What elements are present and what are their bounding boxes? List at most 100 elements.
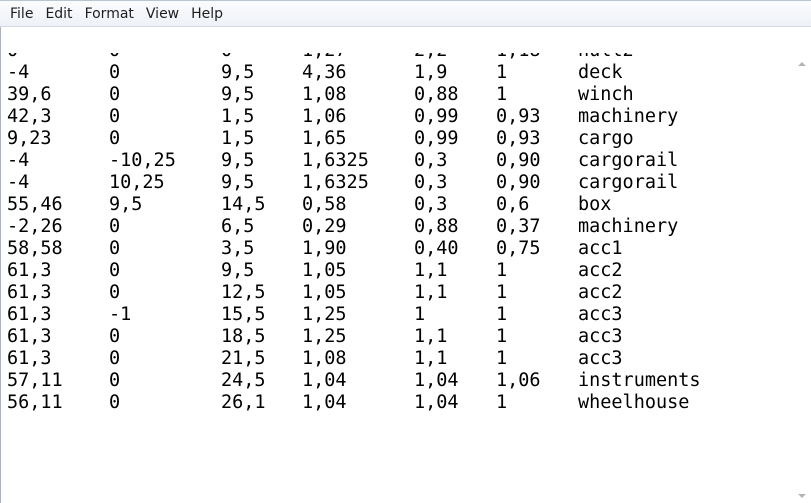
- text-cell: 0: [7, 53, 18, 62]
- notepad-window: File Edit Format View Help 0001,272,21,1…: [0, 0, 811, 503]
- text-editor[interactable]: 0001,272,21,18hull2-409,54,361,91deck39,…: [0, 27, 811, 503]
- text-cell: 3,5: [221, 238, 255, 259]
- text-cell: 1,08: [302, 84, 347, 105]
- text-cell: 14,5: [221, 194, 266, 215]
- text-cell: 1: [496, 326, 508, 347]
- text-cell: 0,3: [414, 150, 448, 171]
- text-cell: 1: [496, 392, 508, 413]
- text-cell: 1,6325: [302, 172, 369, 193]
- text-cell: acc3: [578, 304, 623, 325]
- text-cell: -2,26: [7, 216, 63, 237]
- text-cell: -4: [7, 172, 30, 193]
- text-cell: 0,93: [496, 128, 541, 149]
- text-cell: 61,3: [7, 260, 52, 281]
- text-cell: 1,65: [302, 128, 347, 149]
- text-cell: machinery: [578, 216, 679, 237]
- text-cell: 1: [496, 62, 508, 83]
- text-cell: 1,04: [302, 370, 347, 391]
- text-cell: 1: [496, 282, 508, 303]
- menu-help[interactable]: Help: [185, 3, 229, 25]
- text-cell: 0: [109, 348, 121, 369]
- text-cell: cargorail: [578, 150, 679, 171]
- text-cell: machinery: [578, 106, 679, 127]
- text-cell: deck: [578, 62, 623, 83]
- text-cell: wheelhouse: [578, 392, 690, 413]
- text-cell: 0: [109, 128, 121, 149]
- text-cell: 0: [109, 106, 121, 127]
- text-cell: 9,5: [221, 260, 255, 281]
- text-cell: 58,58: [7, 238, 63, 259]
- text-cell: 1,1: [414, 348, 448, 369]
- text-cell: 9,5: [221, 172, 255, 193]
- text-cell: 1,1: [414, 260, 448, 281]
- text-cell: -4: [7, 150, 30, 171]
- menu-bar: File Edit Format View Help: [0, 0, 811, 27]
- text-cell: 1,04: [414, 370, 459, 391]
- text-cell: 18,5: [221, 326, 266, 347]
- text-cell: 0,90: [496, 172, 541, 193]
- text-cell: 61,3: [7, 304, 52, 325]
- text-cell: 9,23: [7, 128, 52, 149]
- text-cell: 6,5: [221, 216, 255, 237]
- text-cell: 0,3: [414, 194, 448, 215]
- text-cell: 1: [496, 348, 508, 369]
- text-cell: 56,11: [7, 392, 63, 413]
- text-cell: 9,5: [221, 84, 255, 105]
- text-cell: -1: [109, 304, 132, 325]
- text-cell: 0,75: [496, 238, 541, 259]
- text-cell: 0,6: [496, 194, 530, 215]
- text-cell: 57,11: [7, 370, 63, 391]
- text-cell: 1,05: [302, 282, 347, 303]
- text-cell: 26,1: [221, 392, 266, 413]
- text-cell: 1,06: [496, 370, 541, 391]
- text-cell: 0,3: [414, 172, 448, 193]
- menu-edit[interactable]: Edit: [39, 3, 78, 25]
- text-cell: 42,3: [7, 106, 52, 127]
- text-cell: 39,6: [7, 84, 52, 105]
- text-cell: 1: [496, 304, 508, 325]
- scroll-up-arrow-icon[interactable]: [798, 62, 806, 66]
- text-cell: 1,5: [221, 128, 255, 149]
- text-cell: 21,5: [221, 348, 266, 369]
- text-cell: -10,25: [109, 150, 176, 171]
- text-cell: 12,5: [221, 282, 266, 303]
- text-cell: 61,3: [7, 326, 52, 347]
- scroll-down-arrow-icon[interactable]: [798, 494, 806, 498]
- text-cell: acc1: [578, 238, 623, 259]
- text-cell: acc3: [578, 326, 623, 347]
- text-cell: 0,93: [496, 106, 541, 127]
- text-cell: 0: [109, 216, 121, 237]
- text-cell: 1,08: [302, 348, 347, 369]
- text-cell: 1,6325: [302, 150, 369, 171]
- text-cell: 0,88: [414, 216, 459, 237]
- text-cell: 1: [496, 260, 508, 281]
- text-cell: 10,25: [109, 172, 165, 193]
- menu-view[interactable]: View: [140, 3, 185, 25]
- vertical-scrollbar[interactable]: [793, 27, 811, 503]
- text-cell: 0,99: [414, 128, 459, 149]
- text-cell: 0: [109, 62, 121, 83]
- text-cell: cargorail: [578, 172, 679, 193]
- text-cell: 0: [109, 260, 121, 281]
- text-cell: 0,90: [496, 150, 541, 171]
- text-cell: instruments: [578, 370, 701, 391]
- text-cell: acc3: [578, 348, 623, 369]
- text-cell: 61,3: [7, 348, 52, 369]
- text-cell: 1,90: [302, 238, 347, 259]
- text-cell: 9,5: [109, 194, 143, 215]
- text-cell: 0: [109, 370, 121, 391]
- text-content[interactable]: 0001,272,21,18hull2-409,54,361,91deck39,…: [7, 53, 791, 503]
- text-cell: 1,18: [496, 53, 541, 62]
- text-cell: 1,25: [302, 326, 347, 347]
- text-cell: 1,1: [414, 326, 448, 347]
- text-cell: 1: [414, 304, 426, 325]
- text-cell: 9,5: [221, 62, 255, 83]
- text-cell: 0,29: [302, 216, 347, 237]
- menu-format[interactable]: Format: [79, 3, 140, 25]
- text-cell: 0: [109, 326, 121, 347]
- text-cell: 4,36: [302, 62, 347, 83]
- text-cell: 0: [109, 84, 121, 105]
- menu-file[interactable]: File: [4, 3, 39, 25]
- text-cell: winch: [578, 84, 634, 105]
- text-cell: 2,2: [414, 53, 447, 62]
